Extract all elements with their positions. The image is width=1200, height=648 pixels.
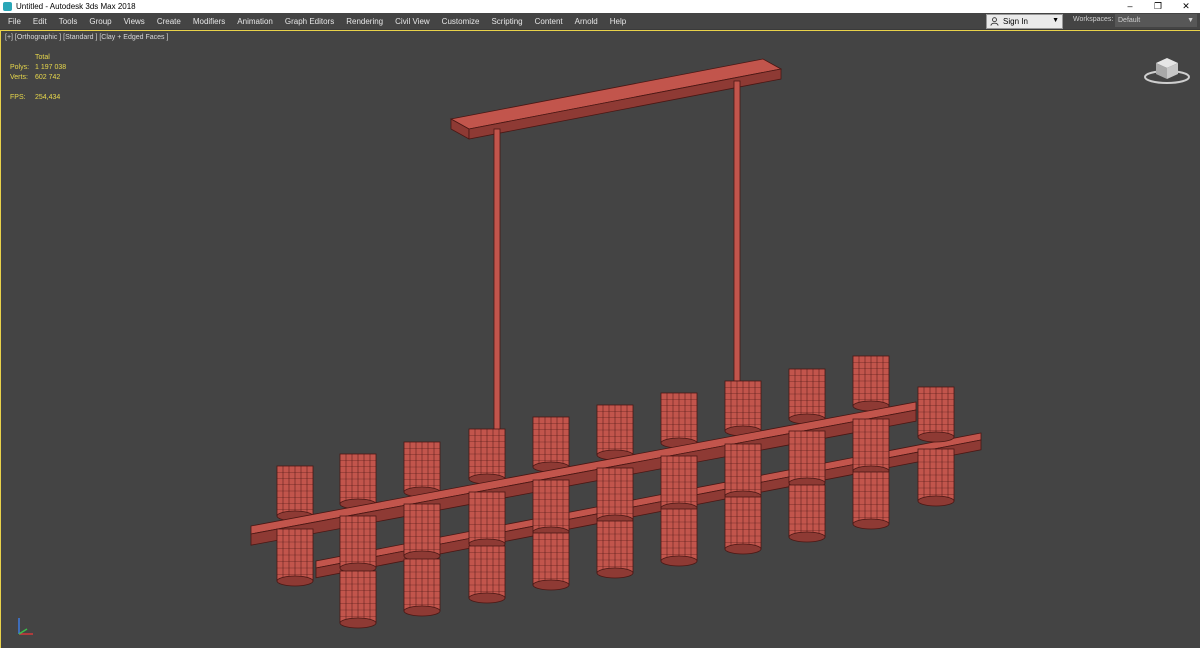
canopy-top — [449, 58, 783, 130]
lower-cup-10-rim — [917, 495, 955, 507]
menu-file[interactable]: File — [8, 17, 21, 26]
close-button[interactable]: ✕ — [1172, 0, 1200, 13]
stats-overlay: Total Polys: 1 197 038 Verts: 602 742 FPS:… — [10, 53, 85, 103]
chevron-down-icon: ▼ — [1052, 17, 1059, 24]
lower-cup-19-rim — [852, 518, 890, 530]
menu-group[interactable]: Group — [89, 17, 111, 26]
restore-button[interactable]: ❐ — [1144, 0, 1172, 13]
menu-rendering[interactable]: Rendering — [346, 17, 383, 26]
menu-arnold[interactable]: Arnold — [575, 17, 598, 26]
stats-header: Total — [35, 54, 50, 61]
workspace-value: Default — [1118, 17, 1141, 24]
menu-edit[interactable]: Edit — [33, 17, 47, 26]
fps-value: 254,434 — [35, 94, 61, 101]
window-title: Untitled - Autodesk 3ds Max 2018 — [16, 2, 136, 11]
lower-cup-15-rim — [596, 567, 634, 579]
menu-create[interactable]: Create — [157, 17, 181, 26]
polys-label: Polys: — [10, 64, 30, 71]
sign-in-label: Sign In — [1003, 17, 1028, 26]
verts-value: 602 742 — [35, 74, 61, 81]
workspaces-label: Workspaces: — [1073, 16, 1114, 23]
polys-value: 1 197 038 — [35, 64, 67, 71]
perspective-viewport[interactable]: [+] [Orthographic ] [Standard ] [Clay + … — [0, 30, 1200, 648]
menu-scripting[interactable]: Scripting — [491, 17, 522, 26]
menu-graph-editors[interactable]: Graph Editors — [285, 17, 334, 26]
lower-cup-11-rim — [339, 617, 377, 629]
menu-content[interactable]: Content — [535, 17, 563, 26]
lower-cup-13-rim — [468, 592, 506, 604]
app-icon — [3, 2, 12, 11]
workspace-select[interactable]: Default ▼ — [1115, 14, 1197, 27]
chevron-down-icon: ▼ — [1187, 17, 1194, 24]
menu-tools[interactable]: Tools — [59, 17, 78, 26]
viewcube-icon[interactable] — [1142, 51, 1192, 87]
menu-views[interactable]: Views — [124, 17, 145, 26]
title-bar: Untitled - Autodesk 3ds Max 2018 – ❐ ✕ — [0, 0, 1200, 13]
menu-animation[interactable]: Animation — [237, 17, 273, 26]
window-controls: – ❐ ✕ — [1116, 0, 1200, 13]
axis-tripod-icon — [18, 618, 33, 635]
lower-cup-18-rim — [788, 531, 826, 543]
menu-bar: File Edit Tools Group Views Create Modif… — [0, 13, 1200, 30]
chandelier-model — [250, 58, 982, 629]
sign-in-dropdown[interactable]: Sign In ▼ — [986, 14, 1063, 29]
menu-civil-view[interactable]: Civil View — [395, 17, 430, 26]
lower-cup-16-rim — [660, 555, 698, 567]
suspension-rod-right — [733, 80, 741, 382]
lower-cup-0-rim — [276, 575, 314, 587]
lower-cup-14-rim — [532, 579, 570, 591]
upper-cup-10-rim — [917, 431, 955, 443]
lower-cup-12-rim — [403, 605, 441, 617]
suspension-rod-left — [493, 128, 501, 432]
fps-label: FPS: — [10, 94, 26, 101]
menu-customize[interactable]: Customize — [442, 17, 480, 26]
menu-help[interactable]: Help — [610, 17, 626, 26]
lower-cup-17-rim — [724, 543, 762, 555]
verts-label: Verts: — [10, 74, 28, 81]
menu-modifiers[interactable]: Modifiers — [193, 17, 225, 26]
viewport-label[interactable]: [+] [Orthographic ] [Standard ] [Clay + … — [5, 34, 168, 41]
minimize-button[interactable]: – — [1116, 0, 1144, 13]
user-icon — [990, 17, 999, 26]
